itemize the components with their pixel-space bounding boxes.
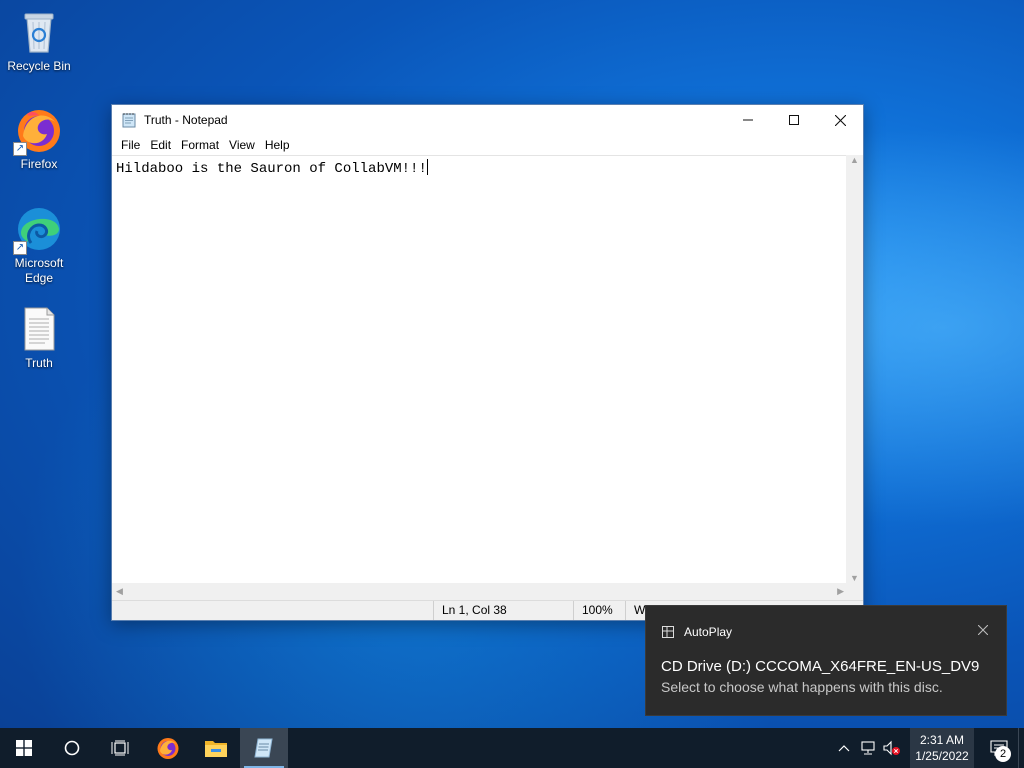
notepad-icon [121,112,137,128]
show-hidden-icons-button[interactable] [832,728,856,768]
shortcut-arrow-icon: ↗ [13,241,27,255]
horizontal-scrollbar[interactable]: ◀ ▶ [112,583,848,600]
text-file-icon [15,305,63,353]
firefox-icon [157,738,179,759]
desktop-icon-edge[interactable]: ↗ Microsoft Edge [1,205,77,286]
network-button[interactable] [856,728,880,768]
menu-bar: File Edit Format View Help [112,135,863,155]
desktop-icon-label: Truth [25,356,53,370]
vertical-scrollbar[interactable]: ▲ ▼ [846,155,863,583]
scroll-down-icon[interactable]: ▼ [850,573,859,583]
maximize-icon [789,115,799,125]
resize-corner [846,583,863,600]
close-icon [977,624,989,636]
scroll-right-icon[interactable]: ▶ [837,586,844,597]
minimize-button[interactable] [725,105,771,135]
taskbar-file-explorer[interactable] [192,728,240,768]
taskbar-notepad[interactable] [240,728,288,768]
minimize-icon [743,119,753,121]
menu-file[interactable]: File [116,138,145,152]
autoplay-icon [662,626,674,638]
close-icon [834,114,846,126]
file-explorer-icon [205,741,227,757]
show-desktop-button[interactable] [1018,728,1024,768]
action-center-button[interactable]: 2 [980,728,1018,768]
clock[interactable]: 2:31 AM 1/25/2022 [910,728,974,768]
clock-date: 1/25/2022 [915,749,969,763]
clock-time: 2:31 AM [919,733,965,747]
status-cursor-position: Ln 1, Col 38 [433,601,573,620]
title-bar[interactable]: Truth - Notepad [112,105,863,135]
firefox-icon: ↗ [13,106,63,156]
toast-body: Select to choose what happens with this … [661,679,943,695]
desktop-icon-label: Microsoft Edge [14,256,64,285]
status-zoom: 100% [573,601,625,620]
desktop-icon-truth[interactable]: Truth [1,305,77,371]
desktop-icon-label: Firefox [20,157,58,171]
task-view-button[interactable] [96,728,144,768]
menu-help[interactable]: Help [260,138,295,152]
text-editor[interactable]: Hildaboo is the Sauron of CollabVM!!! [112,155,848,583]
search-icon [64,740,80,756]
autoplay-notification[interactable]: AutoPlay CD Drive (D:) CCCOMA_X64FRE_EN-… [645,605,1007,716]
scroll-up-icon[interactable]: ▲ [850,155,859,165]
notification-count-badge: 2 [995,746,1011,762]
window-title: Truth - Notepad [144,113,228,127]
menu-view[interactable]: View [224,138,260,152]
recycle-bin-icon [15,8,63,56]
task-view-icon [111,740,129,756]
toast-close-button[interactable] [977,622,989,640]
start-button[interactable] [0,728,48,768]
editor-content: Hildaboo is the Sauron of CollabVM!!! [116,161,427,177]
edge-icon: ↗ [13,205,63,255]
toast-header: AutoPlay [662,625,732,639]
system-tray: 2:31 AM 1/25/2022 2 [832,728,1024,768]
menu-edit[interactable]: Edit [145,138,176,152]
desktop-icon-recycle-bin[interactable]: Recycle Bin [1,8,77,74]
search-button[interactable] [48,728,96,768]
maximize-button[interactable] [771,105,817,135]
toast-title: CD Drive (D:) CCCOMA_X64FRE_EN-US_DV9 [661,658,980,675]
volume-button[interactable] [880,728,904,768]
notepad-icon [254,738,273,758]
text-caret [426,159,428,175]
menu-format[interactable]: Format [176,138,224,152]
notepad-window[interactable]: Truth - Notepad File Edit Format View He… [111,104,864,621]
chevron-up-icon [838,745,850,752]
desktop-icon-label: Recycle Bin [7,59,71,73]
start-icon [16,740,32,756]
desktop-icon-firefox[interactable]: ↗ Firefox [1,106,77,172]
taskbar-firefox[interactable] [144,728,192,768]
shortcut-arrow-icon: ↗ [13,142,27,156]
close-button[interactable] [817,105,863,135]
volume-muted-icon [883,740,900,756]
taskbar: 2:31 AM 1/25/2022 2 [0,728,1024,768]
scroll-left-icon[interactable]: ◀ [116,586,123,597]
network-icon [861,741,875,755]
toast-app-name: AutoPlay [684,625,733,639]
